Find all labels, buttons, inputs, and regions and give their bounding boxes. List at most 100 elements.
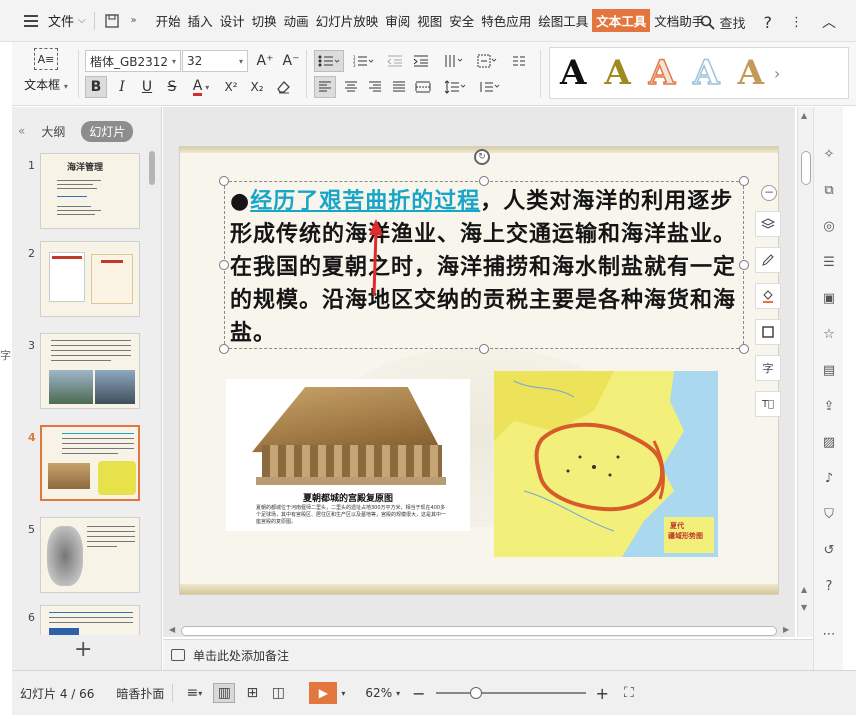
textbox-button[interactable]: A≡ 文本框 ▾	[20, 48, 72, 93]
slide-thumbnail-1[interactable]: 1 海洋管理	[12, 153, 152, 233]
layers-icon[interactable]	[755, 211, 781, 237]
help-circle-icon[interactable]: ?	[820, 577, 838, 595]
text-style-3[interactable]: A	[648, 55, 676, 91]
slide-thumbnail-2[interactable]: 2	[12, 241, 152, 321]
text-style-2[interactable]: A	[604, 56, 630, 90]
bullet-list-button[interactable]	[314, 50, 344, 72]
canvas-horizontal-scrollbar[interactable]: ◀ ▶	[163, 623, 795, 639]
font-color-button[interactable]: A ▾	[186, 76, 216, 98]
align-right-icon[interactable]	[364, 76, 386, 98]
outline-icon[interactable]	[755, 319, 781, 345]
text-style-4[interactable]: A	[692, 55, 720, 91]
add-slide-button[interactable]: +	[74, 639, 92, 661]
chevron-down-icon[interactable]: ▾	[337, 689, 349, 698]
rotate-handle-icon[interactable]: ↻	[474, 149, 490, 165]
increase-indent-icon[interactable]	[410, 50, 432, 72]
slide-thumbnail-6[interactable]: 6	[12, 605, 152, 635]
tab-7[interactable]: 审阅	[382, 9, 413, 32]
tab-slides[interactable]: 幻灯片	[81, 120, 134, 142]
collapse-ribbon-icon[interactable]: ︿	[822, 12, 836, 32]
grow-font-button[interactable]: A⁺	[254, 50, 276, 72]
font-name-select[interactable]: 楷体_GB2312 ▾	[85, 50, 181, 72]
more-icon[interactable]: »	[125, 12, 143, 30]
text-style-5[interactable]: A	[738, 56, 764, 90]
zoom-slider[interactable]	[435, 687, 586, 699]
underline-button[interactable]: U	[136, 76, 158, 98]
reading-view-icon[interactable]: ◫	[267, 685, 289, 701]
distribute-icon[interactable]	[412, 76, 434, 98]
fit-window-icon[interactable]: ⛶	[619, 685, 639, 701]
theme-name[interactable]: 暗香扑面	[116, 685, 164, 702]
tab-10[interactable]: 特色应用	[478, 9, 534, 32]
normal-view-icon[interactable]: ▥	[213, 683, 236, 703]
collapse-panel-icon[interactable]: «	[18, 124, 25, 138]
tab-12[interactable]: 文本工具	[592, 9, 651, 32]
resize-handle[interactable]	[219, 176, 229, 186]
xia-map-image[interactable]: 夏代 疆域形势图	[494, 371, 718, 557]
fill-icon[interactable]	[755, 283, 781, 309]
file-menu[interactable]: 文件 ⌵	[48, 11, 86, 30]
paragraph-spacing-icon[interactable]	[442, 76, 470, 98]
highlighted-phrase[interactable]: 经历了艰苦曲折的过程	[250, 188, 480, 214]
tab-outline[interactable]: 大纲	[41, 123, 65, 140]
zoom-slider-handle[interactable]	[470, 687, 482, 699]
tab-6[interactable]: 幻灯片放映	[313, 9, 382, 32]
play-slideshow-button[interactable]: ▶	[309, 682, 338, 704]
text-effect-icon[interactable]: 字	[755, 355, 781, 381]
zoom-in-button[interactable]: +	[596, 684, 609, 703]
shapes-icon[interactable]: ◎	[820, 217, 838, 235]
more-dots-icon[interactable]: ⋯	[820, 625, 838, 643]
justify-icon[interactable]	[388, 76, 410, 98]
columns-icon[interactable]	[508, 50, 530, 72]
align-text-icon[interactable]	[474, 50, 502, 72]
settings-sliders-icon[interactable]: ☰	[820, 253, 838, 271]
line-spacing-icon[interactable]	[476, 76, 504, 98]
text-style-1[interactable]: A	[560, 56, 586, 90]
strikethrough-button[interactable]: S	[161, 76, 183, 98]
chevron-down-icon[interactable]: ▾	[392, 689, 404, 698]
scroll-left-icon[interactable]: ◀	[169, 625, 175, 634]
slide-sorter-icon[interactable]: ⊞	[241, 685, 263, 701]
audio-icon[interactable]: ♪	[820, 469, 838, 487]
resize-handle[interactable]	[219, 260, 229, 270]
zoom-level[interactable]: 62%	[365, 686, 392, 700]
hamburger-icon[interactable]	[24, 14, 46, 27]
gallery-more-icon[interactable]: ›	[774, 64, 780, 83]
thumbnail-scrollbar[interactable]	[148, 147, 156, 635]
magic-icon[interactable]: ✧	[820, 145, 838, 163]
tab-1[interactable]: 开始	[153, 9, 184, 32]
zoom-out-button[interactable]: −	[412, 684, 425, 703]
tab-5[interactable]: 动画	[281, 9, 312, 32]
shrink-font-button[interactable]: A⁻	[280, 50, 302, 72]
notes-area[interactable]: 单击此处添加备注	[163, 639, 813, 670]
scroll-page-down-icon[interactable]: ▼	[801, 603, 807, 612]
more-dots-icon[interactable]: ⋮	[790, 15, 804, 30]
help-icon[interactable]: ?	[764, 13, 773, 32]
scroll-right-icon[interactable]: ▶	[783, 625, 789, 634]
canvas-vertical-scrollbar[interactable]: ▲ ▲ ▼	[797, 107, 813, 637]
copy-icon[interactable]: ⧉	[820, 181, 838, 199]
tab-9[interactable]: 安全	[446, 9, 477, 32]
search-button[interactable]: 查找	[700, 13, 746, 32]
scroll-thumb[interactable]	[181, 626, 777, 636]
pen-icon[interactable]	[755, 247, 781, 273]
numbered-list-icon[interactable]: 123	[350, 50, 378, 72]
scroll-up-icon[interactable]: ▲	[801, 111, 807, 120]
align-menu-icon[interactable]: ≡ ▾	[181, 685, 207, 701]
collapse-tools-icon[interactable]: −	[761, 185, 777, 201]
shield-icon[interactable]: ⛉	[820, 505, 838, 523]
bold-button[interactable]: B	[85, 76, 107, 98]
save-icon[interactable]	[103, 12, 121, 30]
eraser-icon[interactable]	[272, 76, 294, 98]
align-left-button[interactable]	[314, 76, 336, 98]
star-icon[interactable]: ☆	[820, 325, 838, 343]
history-icon[interactable]: ↺	[820, 541, 838, 559]
decrease-indent-icon[interactable]	[384, 50, 406, 72]
share-icon[interactable]: ⇪	[820, 397, 838, 415]
current-slide[interactable]: ↻ ●经历了艰苦曲折的过程，人类对海洋的利用逐步形成传统的海洋渔业、海上交通运输…	[179, 146, 779, 595]
superscript-button[interactable]: X²	[220, 76, 242, 98]
tab-3[interactable]: 设计	[217, 9, 248, 32]
resize-handle[interactable]	[219, 344, 229, 354]
align-center-icon[interactable]	[340, 76, 362, 98]
font-size-select[interactable]: 32 ▾	[182, 50, 248, 72]
